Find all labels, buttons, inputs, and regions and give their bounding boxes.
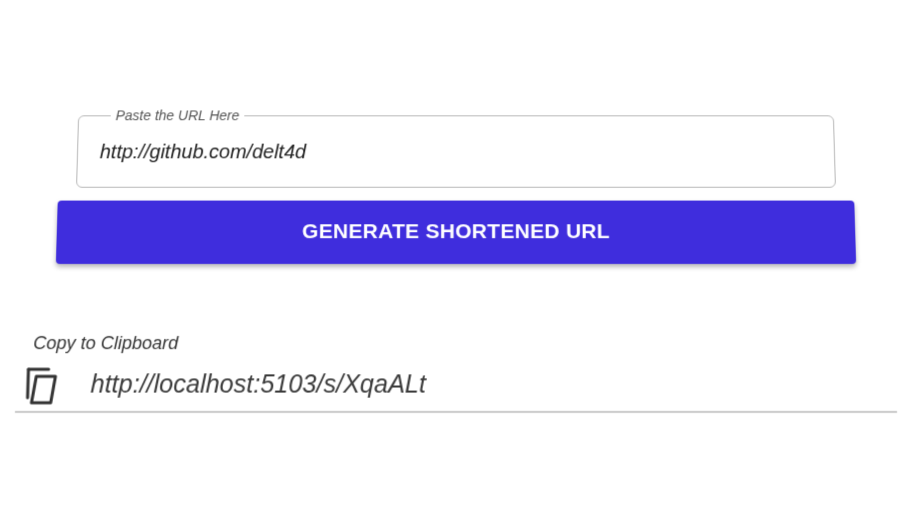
url-shortener-page: Paste the URL Here GENERATE SHORTENED UR… — [0, 6, 911, 517]
url-input[interactable] — [99, 139, 795, 166]
copy-to-clipboard-caption: Copy to Clipboard — [33, 333, 179, 354]
shortened-url-row: http://localhost:5103/s/XqaALt — [14, 362, 898, 413]
url-field[interactable]: Paste the URL Here — [76, 106, 836, 188]
shortened-url-text[interactable]: http://localhost:5103/s/XqaALt — [90, 368, 426, 400]
generate-shortened-url-button[interactable]: GENERATE SHORTENED URL — [55, 200, 857, 264]
copy-icon[interactable] — [23, 366, 59, 405]
url-field-label: Paste the URL Here — [110, 106, 245, 125]
